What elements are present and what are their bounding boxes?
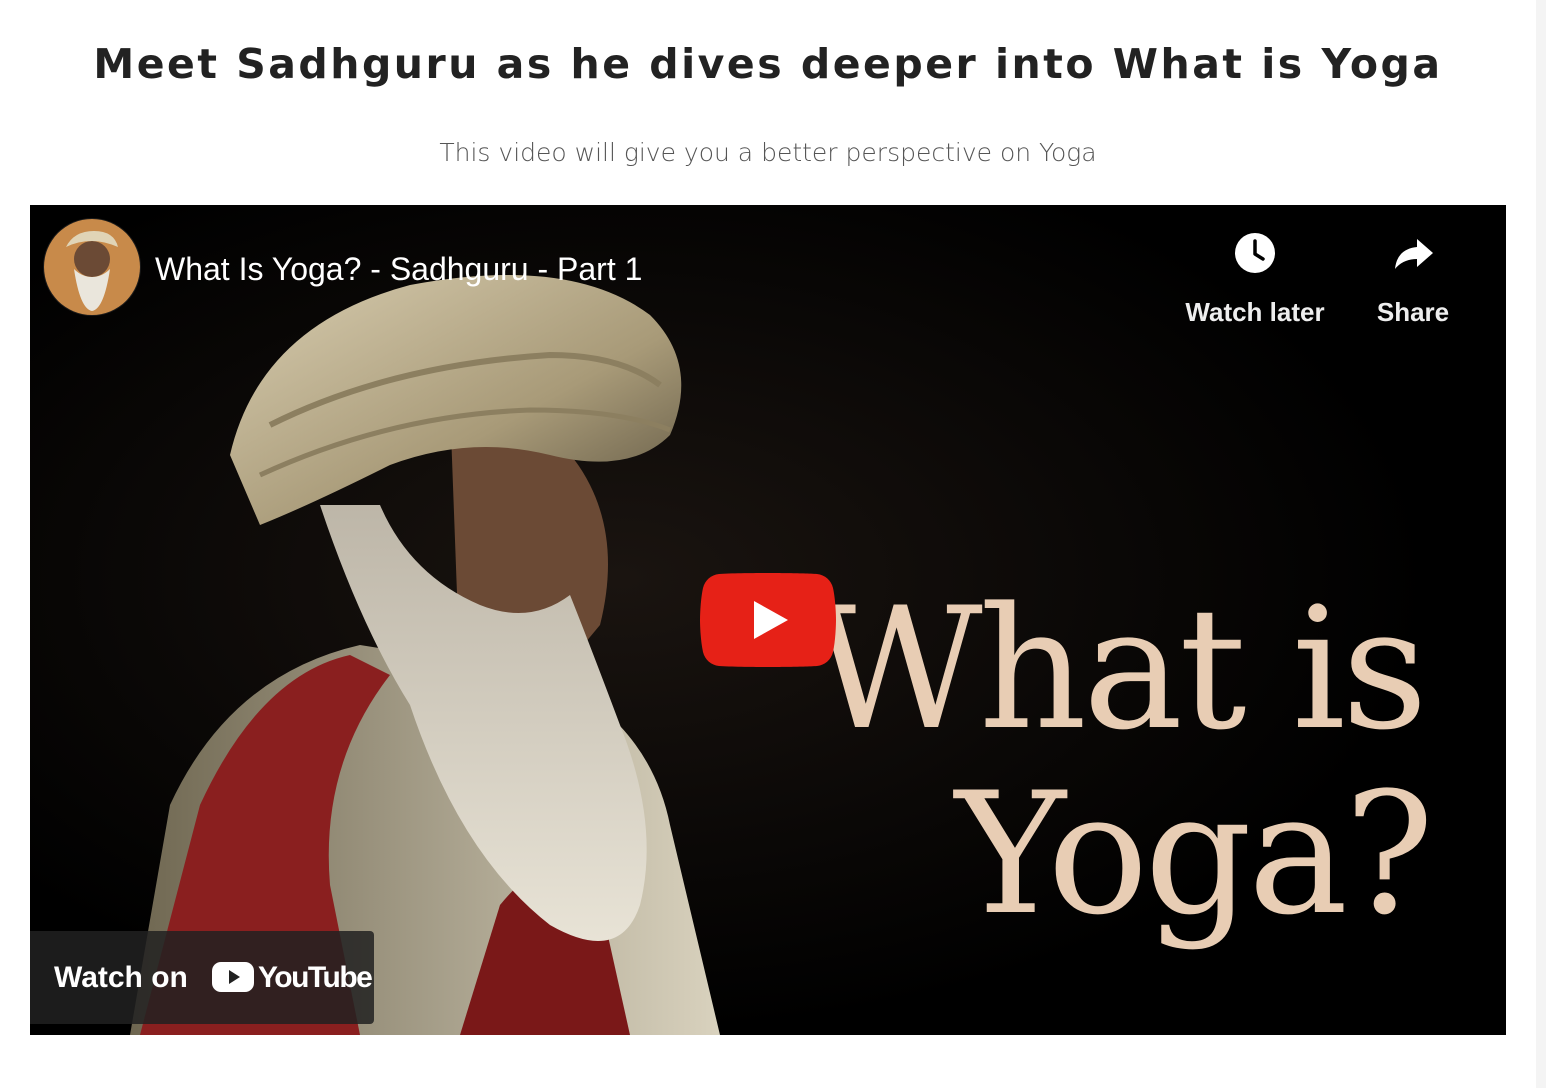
- share-label: Share: [1376, 297, 1450, 327]
- section-subheading: This video will give you a better perspe…: [439, 138, 1097, 167]
- thumbnail-text-line1: What is: [810, 571, 1428, 767]
- watch-on-youtube-button[interactable]: Watch on YouTube: [30, 931, 374, 1024]
- watch-later-button[interactable]: Watch later: [1175, 229, 1335, 328]
- share-button[interactable]: Share: [1333, 229, 1493, 328]
- watch-later-label: Watch later: [1185, 297, 1325, 327]
- avatar-image: [44, 219, 140, 315]
- youtube-wordmark: YouTube: [258, 961, 373, 994]
- play-button[interactable]: [700, 573, 836, 667]
- clock-icon: [1235, 233, 1275, 273]
- watch-on-label: Watch on: [54, 961, 188, 994]
- section-heading: Meet Sadhguru as he dives deeper into Wh…: [93, 40, 1443, 88]
- share-arrow-icon: [1395, 239, 1433, 269]
- thumbnail-text-line2: Yoga?: [955, 756, 1434, 952]
- scrollbar-track[interactable]: [1536, 0, 1546, 1088]
- youtube-logo-icon: [212, 962, 254, 992]
- page: Meet Sadhguru as he dives deeper into Wh…: [0, 0, 1546, 1088]
- video-title-link[interactable]: What Is Yoga? - Sadhguru - Part 1: [155, 251, 642, 288]
- channel-avatar[interactable]: [44, 219, 140, 315]
- youtube-embed[interactable]: What Is Yoga? - Sadhguru - Part 1 Watch …: [30, 205, 1506, 1035]
